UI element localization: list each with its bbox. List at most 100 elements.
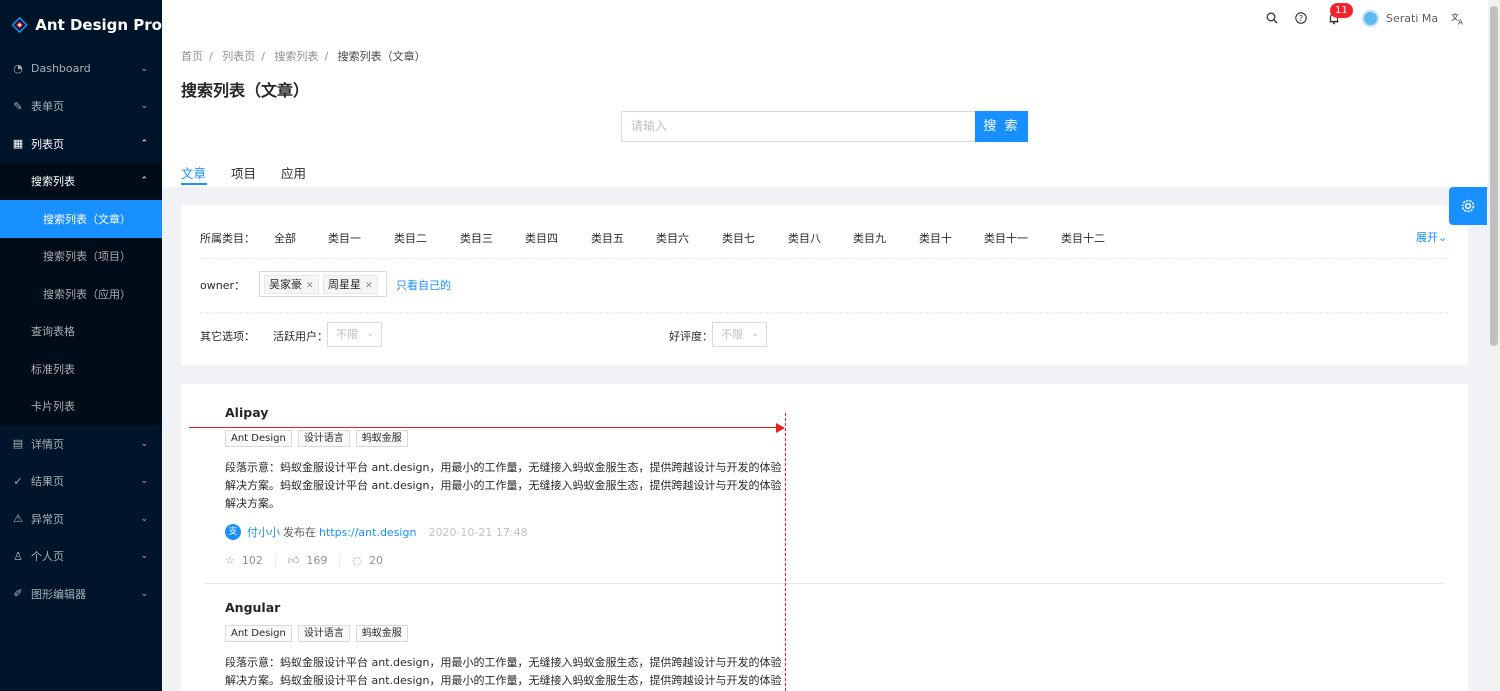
like-count: 169 (306, 554, 328, 567)
rating-label: 好评度： (669, 330, 713, 343)
only-mine-link[interactable]: 只看自己的 (396, 277, 451, 293)
owner-chip-label: 吴家豪 (269, 278, 302, 291)
active-user-value: 不限 (336, 328, 358, 341)
comment-action[interactable]: ◌ 20 (352, 554, 395, 567)
search-input[interactable]: 请输入 (621, 111, 976, 142)
chevron-down-icon: ⌄ (140, 101, 148, 112)
sidebar-item-result[interactable]: ✓ 结果页 ⌄ (0, 463, 162, 501)
owner-label: owner： (200, 279, 245, 292)
owner-chip-label: 周星星 (328, 278, 361, 291)
check-circle-icon: ✓ (13, 474, 23, 488)
rating-value: 不限 (721, 328, 743, 341)
svg-text:A: A (1458, 18, 1463, 25)
divider (200, 258, 1448, 259)
search-icon[interactable] (1265, 11, 1279, 25)
sidebar-item-form[interactable]: ✎ 表单页 ⌄ (0, 88, 162, 126)
rating-select[interactable]: 不限 ⌄ (712, 322, 767, 347)
category-tag[interactable]: 类目一 (328, 230, 361, 246)
category-tag[interactable]: 类目四 (525, 230, 558, 246)
question-circle-icon[interactable]: ? (1294, 11, 1308, 25)
sidebar-item-basic-list[interactable]: 标准列表 (0, 350, 162, 388)
category-tag[interactable]: 类目十 (919, 230, 952, 246)
article-title[interactable]: Alipay (225, 405, 785, 420)
breadcrumb-list[interactable]: 列表页 (222, 50, 255, 63)
category-tag[interactable]: 类目八 (788, 230, 821, 246)
scrollbar-thumb[interactable] (1490, 6, 1498, 346)
list-item: Alipay Ant Design 设计语言 蚂蚁金服 段落示意：蚂蚁金服设计平… (225, 405, 785, 567)
category-tag[interactable]: 类目七 (722, 230, 755, 246)
sidebar-item-card-list[interactable]: 卡片列表 (0, 388, 162, 426)
user-name[interactable]: Serati Ma (1386, 12, 1438, 25)
breadcrumb-search-list[interactable]: 搜索列表 (274, 50, 318, 63)
sidebar-item-editor[interactable]: ✐ 图形编辑器 ⌄ (0, 575, 162, 613)
close-icon[interactable]: ✕ (306, 281, 314, 291)
logo[interactable]: Ant Design Pro (0, 0, 162, 50)
sidebar-item-dashboard[interactable]: ◔ Dashboard ⌄ (0, 50, 162, 88)
annotation-arrow-head (776, 423, 785, 433)
tag: Ant Design (225, 625, 292, 642)
sidebar-item-label: 卡片列表 (31, 400, 75, 414)
article-actions: ☆ 102 👍︎ 169 ◌ 20 (225, 554, 785, 567)
svg-text:?: ? (1299, 14, 1303, 23)
star-action[interactable]: ☆ 102 (225, 554, 276, 567)
search-list-submenu: 搜索列表（文章） 搜索列表（项目） 搜索列表（应用） (0, 200, 162, 313)
sidebar-item-search-list[interactable]: 搜索列表 ⌃ (0, 163, 162, 201)
tab-applications[interactable]: 应用 (281, 163, 306, 182)
category-tag[interactable]: 类目五 (591, 230, 624, 246)
ant-design-logo-icon (12, 16, 28, 34)
active-user-select[interactable]: 不限 ⌄ (327, 322, 382, 347)
article-list: Alipay Ant Design 设计语言 蚂蚁金服 段落示意：蚂蚁金服设计平… (181, 384, 1468, 691)
sidebar-item-label: 列表页 (31, 137, 64, 151)
star-icon: ☆ (225, 554, 235, 567)
like-action[interactable]: 👍︎ 169 (288, 554, 341, 567)
annotation-arrow-line (189, 427, 779, 428)
breadcrumb-home[interactable]: 首页 (181, 50, 203, 63)
highlight-icon: ✐ (13, 587, 23, 601)
scrollbar[interactable] (1488, 0, 1500, 691)
sidebar-item-search-articles[interactable]: 搜索列表（文章） (0, 200, 162, 238)
article-title[interactable]: Angular (225, 600, 785, 615)
avatar[interactable] (1362, 10, 1379, 27)
sidebar-item-search-applications[interactable]: 搜索列表（应用） (0, 275, 162, 313)
notification-badge: 11 (1330, 3, 1353, 18)
sidebar-item-list[interactable]: ▦ 列表页 ⌃ (0, 125, 162, 163)
like-icon: 👍︎ (287, 554, 300, 567)
sidebar-item-account[interactable]: ♙ 个人页 ⌄ (0, 538, 162, 576)
chevron-up-icon: ⌃ (140, 176, 148, 187)
chevron-down-icon: ⌄ (140, 588, 148, 599)
tab-projects[interactable]: 项目 (231, 163, 256, 182)
tab-articles[interactable]: 文章 (181, 163, 206, 182)
category-tag[interactable]: 类目三 (460, 230, 493, 246)
category-tag[interactable]: 类目二 (394, 230, 427, 246)
expand-link[interactable]: 展开⌄ (1416, 229, 1447, 245)
sidebar-item-table-list[interactable]: 查询表格 (0, 313, 162, 351)
chevron-down-icon: ⌄ (140, 513, 148, 524)
top-header: ? 11 Serati Ma 文A (162, 0, 1488, 38)
sidebar-item-label: 个人页 (31, 550, 64, 564)
owner-select[interactable]: 吴家豪 ✕ 周星星 ✕ (259, 271, 387, 297)
close-icon[interactable]: ✕ (365, 281, 373, 291)
translation-icon[interactable]: 文A (1451, 11, 1465, 25)
chevron-down-icon: ⌄ (1438, 231, 1448, 244)
owner-chip[interactable]: 周星星 ✕ (323, 275, 378, 294)
sidebar-item-label: 结果页 (31, 475, 64, 489)
article-link[interactable]: https://ant.design (319, 526, 416, 539)
page-title: 搜索列表（文章） (181, 81, 310, 100)
category-tag[interactable]: 类目九 (853, 230, 886, 246)
category-tag[interactable]: 类目六 (656, 230, 689, 246)
settings-drawer-button[interactable] (1449, 187, 1487, 225)
chevron-up-icon: ⌃ (140, 138, 148, 149)
sidebar-item-search-projects[interactable]: 搜索列表（项目） (0, 238, 162, 276)
category-tag[interactable]: 类目十一 (984, 230, 1028, 246)
other-options-label: 其它选项： (200, 330, 255, 343)
author-name[interactable]: 付小小 (247, 524, 280, 540)
category-tag[interactable]: 类目十二 (1061, 230, 1105, 246)
sidebar-item-label: 搜索列表（项目） (43, 250, 131, 264)
sidebar-item-exception[interactable]: ⚠ 异常页 ⌄ (0, 500, 162, 538)
chevron-down-icon: ⌄ (366, 329, 374, 339)
search-button[interactable]: 搜 索 (975, 111, 1028, 142)
article-tags: Ant Design 设计语言 蚂蚁金服 (225, 625, 785, 642)
owner-chip[interactable]: 吴家豪 ✕ (264, 275, 319, 294)
sidebar-item-profile[interactable]: ▤ 详情页 ⌄ (0, 425, 162, 463)
category-all[interactable]: 全部 (274, 230, 296, 246)
